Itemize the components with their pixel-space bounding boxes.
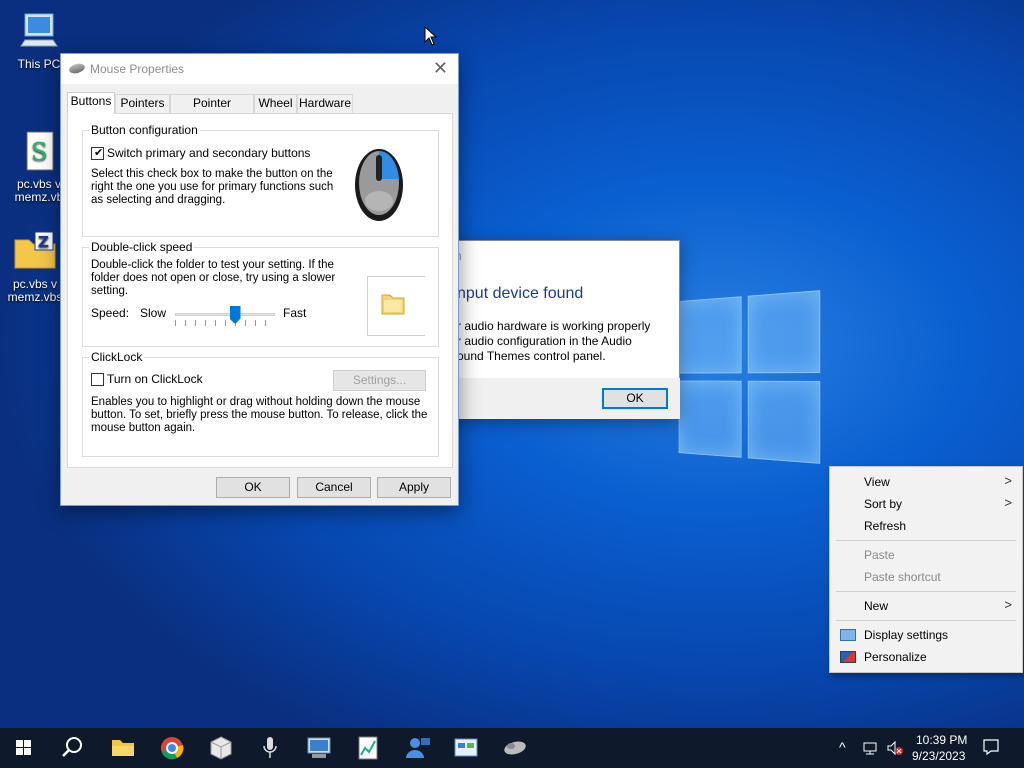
menu-item-display-settings[interactable]: Display settings [864,628,948,642]
dialog-heading: nput device found [457,285,584,302]
slow-label: Slow [140,306,167,320]
tab-pointers[interactable]: Pointers [115,94,170,113]
chevron-right-icon: > [1004,495,1012,510]
clicklock-settings-button[interactable]: Settings... [333,370,426,391]
start-icon[interactable] [0,728,48,768]
checkbox-label: Turn on ClickLock [107,372,203,386]
checkmark-icon: ✔ [94,147,104,159]
ok-button[interactable]: OK [216,477,290,498]
mouse-icon [68,62,86,75]
double-click-description: Double-click the folder to test your set… [91,259,336,297]
svg-text:Z: Z [38,233,49,251]
tab-buttons[interactable]: Buttons [67,92,115,114]
display-settings-icon [840,629,856,641]
menu-separator [836,591,1016,592]
double-click-speed-group: Double-click speed Double-click the fold… [82,240,439,347]
search-icon[interactable] [48,728,96,768]
window-title: Mouse Properties [90,62,185,76]
personalize-icon [840,651,856,663]
taskbar: ^ 10:39 PM 9/23/2023 [0,728,1024,768]
menu-item-paste-shortcut[interactable]: Paste shortcut [864,570,941,584]
chrome-icon[interactable] [148,728,196,768]
clock-date[interactable]: 9/23/2023 [912,749,965,763]
mouse-illustration-icon [351,141,407,228]
group-legend: Button configuration [89,123,200,137]
computer-management-icon[interactable] [295,728,343,768]
button-configuration-group: Button configuration ✔ Switch primary an… [82,123,439,237]
dialog-footer: OK [459,378,680,419]
menu-item-sort-by[interactable]: Sort by [864,497,902,511]
menu-item-paste[interactable]: Paste [864,548,895,562]
group-legend: ClickLock [89,350,145,364]
clicklock-description: Enables you to highlight or drag without… [91,396,428,434]
close-icon[interactable]: ✕ [433,58,448,79]
mouse-cursor-icon [424,25,438,49]
menu-item-view[interactable]: View [864,475,890,489]
clicklock-checkbox[interactable] [91,373,104,386]
button-configuration-description: Select this check box to make the button… [91,168,334,206]
network-icon[interactable] [862,740,878,759]
menu-separator [836,620,1016,621]
fast-label: Fast [283,306,307,320]
volume-muted-icon[interactable] [886,740,904,759]
menu-item-new[interactable]: New [864,599,888,613]
control-panel-icon[interactable] [442,728,490,768]
tab-wheel[interactable]: Wheel [254,94,297,113]
zip-folder-icon: Z [13,217,57,269]
windows-wallpaper-logo [678,290,822,465]
group-legend: Double-click speed [89,240,195,254]
desktop-context-menu: View > Sort by > Refresh Paste Paste sho… [829,466,1023,673]
user-accounts-icon[interactable] [393,728,441,768]
notifications-icon[interactable] [982,738,1000,759]
test-folder-area[interactable] [367,276,425,336]
chevron-up-icon[interactable]: ^ [839,739,846,755]
file-explorer-icon[interactable] [98,728,146,768]
cancel-button[interactable]: Cancel [297,477,371,498]
notepad-chart-icon[interactable] [344,728,392,768]
switch-buttons-checkbox[interactable]: ✔ [91,147,104,160]
slider-track [175,313,275,316]
audio-device-dialog: h nput device found r audio hardware is … [440,240,680,419]
clock-time[interactable]: 10:39 PM [916,733,967,747]
tab-hardware[interactable]: Hardware [297,94,353,113]
apply-button[interactable]: Apply [377,477,451,498]
checkbox-label: Switch primary and secondary buttons [107,146,311,160]
menu-item-personalize[interactable]: Personalize [864,650,927,664]
mouse-icon[interactable] [491,728,539,768]
title-bar[interactable]: Mouse Properties ✕ [61,54,458,84]
speed-label: Speed: [91,306,130,320]
slider-ticks [175,320,275,326]
menu-separator [836,540,1016,541]
chevron-right-icon: > [1004,597,1012,612]
ok-button[interactable]: OK [602,388,668,409]
double-click-speed-slider[interactable] [175,304,275,328]
chevron-right-icon: > [1004,473,1012,488]
svg-text:S: S [31,138,47,166]
script-file-icon: S [17,117,61,171]
tab-pointer-options[interactable]: Pointer Options [170,94,254,127]
microphone-icon[interactable] [246,728,294,768]
folder-icon [378,289,408,322]
dialog-message: r audio hardware is working properly r a… [457,319,651,363]
tab-panel: Button configuration ✔ Switch primary an… [67,113,453,468]
menu-item-refresh[interactable]: Refresh [864,519,906,533]
clicklock-group: ClickLock Turn on ClickLock Settings... … [82,350,439,457]
package-icon[interactable] [197,728,245,768]
mouse-properties-window: Mouse Properties ✕ Buttons Pointers Poin… [60,53,459,506]
computer-icon [17,10,61,54]
